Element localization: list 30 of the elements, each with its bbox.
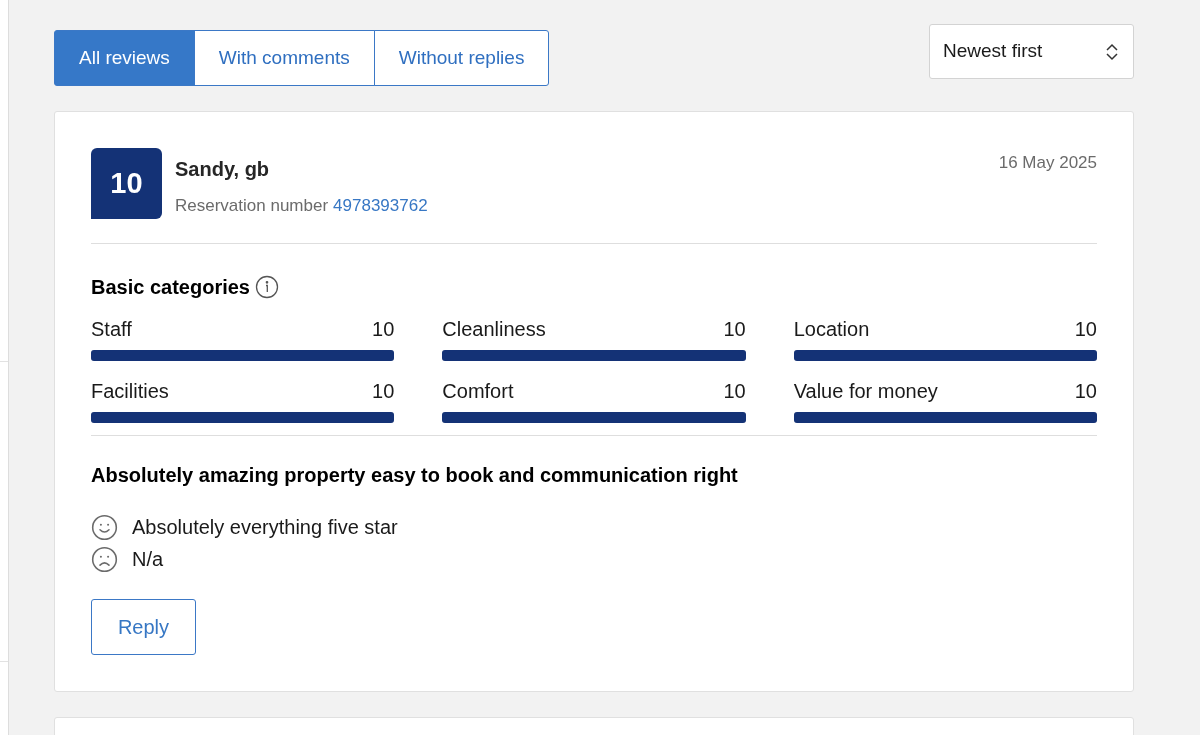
category-label: Cleanliness [442, 317, 546, 342]
category-score: 10 [723, 317, 746, 342]
category-label: Staff [91, 317, 132, 342]
category-label: Facilities [91, 379, 169, 404]
categories-heading: Basic categories [91, 275, 250, 300]
category-score: 10 [372, 317, 395, 342]
score-badge: 10 [91, 148, 162, 219]
category-label: Comfort [442, 379, 514, 404]
sad-face-icon [91, 545, 118, 573]
negative-comment: N/a [132, 547, 164, 572]
sort-dropdown[interactable]: Newest first [929, 24, 1134, 79]
info-icon[interactable] [255, 275, 279, 299]
positive-comment: Absolutely everything five star [132, 515, 398, 540]
reply-button[interactable]: Reply [91, 599, 196, 655]
reservation-label: Reservation number [175, 195, 329, 217]
review-date: 16 May 2025 [998, 152, 1097, 174]
sort-chevrons-icon [1105, 42, 1119, 61]
guest-name: Sandy, gb [175, 157, 271, 182]
reservation-link[interactable]: 4978393762 [333, 193, 428, 219]
category-score: 10 [1074, 317, 1097, 342]
category-score: 10 [723, 379, 746, 404]
smiley-face-icon [91, 513, 118, 541]
filter-tab[interactable]: With comments [193, 30, 375, 86]
filter-tab[interactable]: All reviews [54, 30, 195, 86]
category-label: Location [793, 317, 870, 342]
category-score: 10 [372, 379, 395, 404]
review-title: Absolutely amazing property easy to book and communication right [91, 463, 739, 488]
category-score: 10 [1074, 379, 1097, 404]
filter-tab[interactable]: Without replies [373, 30, 550, 86]
category-label: Value for money [793, 379, 938, 404]
